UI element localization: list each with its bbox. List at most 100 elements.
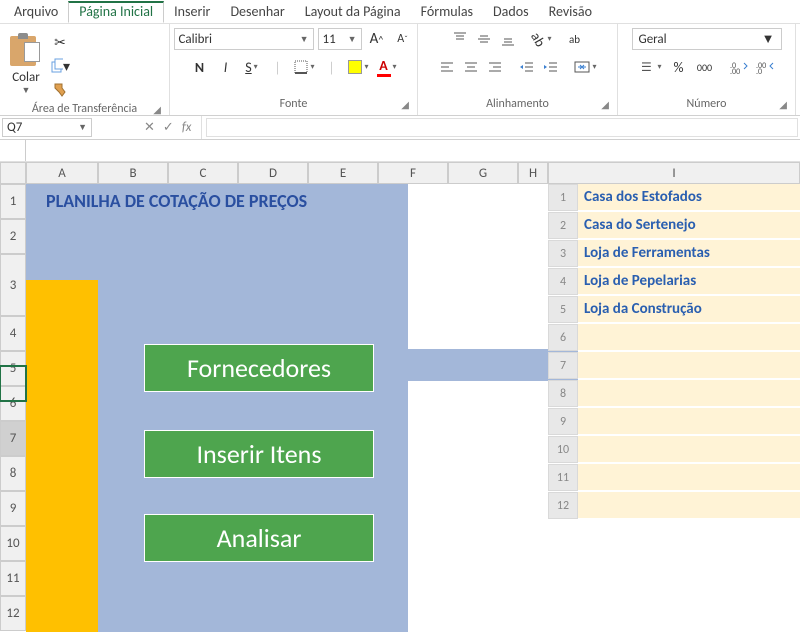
font-name-select[interactable]: Calibri▼ <box>174 28 314 50</box>
row-header[interactable]: 9 <box>0 491 26 526</box>
row-header[interactable]: 10 <box>0 526 26 561</box>
wrap-text-button[interactable]: ab <box>564 28 586 50</box>
supplier-cell-empty[interactable]: . <box>578 492 800 519</box>
group-label-font: Fonte <box>280 97 308 111</box>
supplier-cell-empty[interactable]: . <box>578 464 800 491</box>
col-header[interactable]: F <box>378 162 448 184</box>
borders-button[interactable]: ▾ <box>292 56 316 78</box>
supplier-cell-empty[interactable]: . <box>578 436 800 463</box>
launcher-icon[interactable]: ◢ <box>401 98 409 111</box>
name-box[interactable]: Q7▼ <box>2 118 92 137</box>
increase-indent-button[interactable] <box>540 56 562 78</box>
row-header[interactable]: 8 <box>0 456 26 491</box>
italic-button[interactable]: I <box>214 56 236 78</box>
row-header[interactable]: 12 <box>0 596 26 631</box>
launcher-icon[interactable]: ◢ <box>601 98 609 111</box>
orientation-button[interactable]: ab▾ <box>529 28 553 50</box>
fill-color-button[interactable]: ▾ <box>346 56 370 78</box>
sheet-title: PLANILHA DE COTAÇÃO DE PREÇOS <box>46 190 307 212</box>
increase-decimal-button[interactable]: .0.00 <box>728 56 750 78</box>
comma-button[interactable]: 000 <box>694 56 716 78</box>
underline-button[interactable]: S▾ <box>240 56 262 78</box>
menu-inserir[interactable]: Inserir <box>164 1 220 22</box>
chevron-down-icon[interactable]: ▼ <box>762 31 775 47</box>
row-header[interactable]: 4 <box>0 316 26 351</box>
svg-text:.00: .00 <box>730 67 740 74</box>
menu-dados[interactable]: Dados <box>483 1 539 22</box>
font-size-select[interactable]: 11▼ <box>318 28 362 50</box>
number-format-select[interactable]: Geral▼ <box>632 28 782 50</box>
align-right-button[interactable] <box>484 56 506 78</box>
merge-button[interactable]: ▾ <box>572 56 598 78</box>
align-top-button[interactable] <box>449 28 471 50</box>
menu-layout[interactable]: Layout da Página <box>295 1 411 22</box>
fx-button[interactable]: fx <box>182 120 192 135</box>
chevron-down-icon[interactable]: ▼ <box>348 34 357 45</box>
select-all-corner[interactable] <box>0 162 26 184</box>
menu-revisao[interactable]: Revisão <box>539 1 602 22</box>
col-header[interactable]: C <box>168 162 238 184</box>
row-header[interactable]: 11 <box>0 561 26 596</box>
fornecedores-button[interactable]: Fornecedores <box>144 344 374 392</box>
h-cell: 4 <box>548 268 578 295</box>
row-header[interactable]: 6 <box>0 386 26 421</box>
decrease-decimal-button[interactable]: .00.0 <box>754 56 776 78</box>
row-header[interactable]: 3 <box>0 254 26 316</box>
format-painter-button[interactable] <box>50 80 70 100</box>
currency-icon: ☰ <box>639 59 655 75</box>
h-cell: 6 <box>548 324 578 351</box>
menu-arquivo[interactable]: Arquivo <box>4 1 68 22</box>
copy-button[interactable]: ▾ <box>50 56 70 76</box>
supplier-cell-empty[interactable]: . <box>578 324 800 351</box>
launcher-icon[interactable]: ◢ <box>153 103 161 116</box>
copy-icon <box>50 58 63 74</box>
bold-button[interactable]: N <box>188 56 210 78</box>
decrease-font-button[interactable]: Aˇ <box>392 28 414 50</box>
h-number-column: 1 2 3 4 5 6 7 8 9 10 11 12 <box>548 184 578 632</box>
align-center-button[interactable] <box>460 56 482 78</box>
sheet-area[interactable]: PLANILHA DE COTAÇÃO DE PREÇOS Fornecedor… <box>26 184 800 632</box>
increase-font-button[interactable]: A^ <box>366 28 388 50</box>
accounting-format-button[interactable]: ☰▾ <box>637 56 663 78</box>
analisar-button[interactable]: Analisar <box>144 514 374 562</box>
chevron-down-icon[interactable]: ▼ <box>78 122 87 133</box>
col-header[interactable]: D <box>238 162 308 184</box>
row-header[interactable]: 5 <box>0 351 26 386</box>
confirm-formula-button[interactable]: ✓ <box>163 120 174 135</box>
menu-desenhar[interactable]: Desenhar <box>220 1 294 22</box>
menu-pagina-inicial[interactable]: Página Inicial <box>68 1 164 23</box>
supplier-cell[interactable]: Loja de Pepelarias <box>578 268 800 295</box>
row-header[interactable]: 7 <box>0 421 26 456</box>
supplier-cell[interactable]: Loja de Ferramentas <box>578 240 800 267</box>
col-header[interactable]: I <box>548 162 800 184</box>
supplier-cell-empty[interactable]: . <box>578 380 800 407</box>
supplier-cell-empty[interactable]: . <box>578 352 800 379</box>
supplier-cell[interactable]: Loja da Construção <box>578 296 800 323</box>
paste-button[interactable]: Colar ▼ <box>8 30 44 98</box>
col-header[interactable]: B <box>98 162 168 184</box>
supplier-cell[interactable]: Casa dos Estofados <box>578 184 800 211</box>
align-middle-button[interactable] <box>473 28 495 50</box>
chevron-down-icon[interactable]: ▼ <box>22 85 31 96</box>
row-header[interactable]: 2 <box>0 219 26 254</box>
launcher-icon[interactable]: ◢ <box>779 98 787 111</box>
decrease-indent-button[interactable] <box>516 56 538 78</box>
align-bottom-button[interactable] <box>497 28 519 50</box>
font-color-button[interactable]: A▾ <box>375 56 399 78</box>
supplier-cell[interactable]: Casa do Sertenejo <box>578 212 800 239</box>
col-header[interactable]: A <box>26 162 98 184</box>
row-header[interactable]: 1 <box>0 184 26 219</box>
col-header[interactable]: H <box>518 162 548 184</box>
supplier-cell-empty[interactable]: . <box>578 408 800 435</box>
col-header[interactable]: E <box>308 162 378 184</box>
formula-input[interactable] <box>206 118 798 137</box>
chevron-down-icon[interactable]: ▼ <box>300 34 309 45</box>
cut-button[interactable]: ✂ <box>50 32 70 52</box>
col-header[interactable]: G <box>448 162 518 184</box>
h-cell: 3 <box>548 240 578 267</box>
menu-formulas[interactable]: Fórmulas <box>411 1 483 22</box>
percent-button[interactable]: % <box>668 56 690 78</box>
cancel-formula-button[interactable]: ✕ <box>144 120 155 135</box>
align-left-button[interactable] <box>436 56 458 78</box>
inserir-itens-button[interactable]: Inserir Itens <box>144 430 374 478</box>
